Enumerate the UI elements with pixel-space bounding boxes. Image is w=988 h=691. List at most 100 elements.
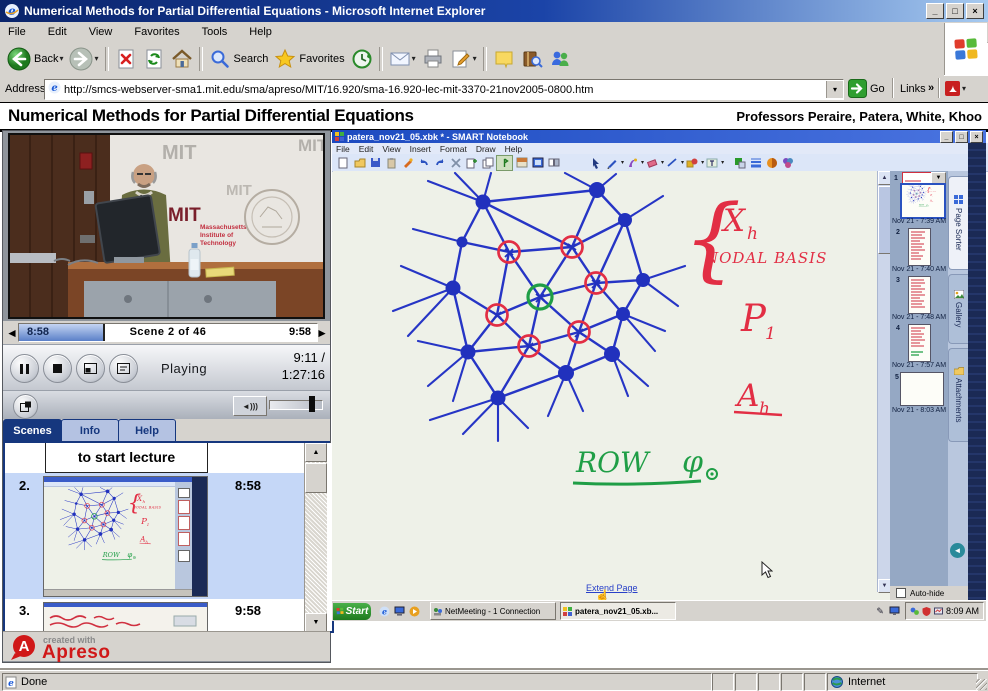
tray-msn-icon[interactable]	[910, 607, 919, 616]
maximize-button[interactable]: □	[946, 3, 964, 19]
nb-screen-shade-button[interactable]	[514, 156, 529, 170]
nb-line-tool[interactable]	[664, 156, 679, 170]
notebook-minimize-button[interactable]: _	[940, 131, 953, 143]
edit-dropdown-icon[interactable]: ▾	[473, 54, 477, 63]
lecture-video[interactable]: MIT MIT MIT MIT Massachusetts Institute …	[8, 133, 325, 319]
caption-button[interactable]	[109, 354, 138, 383]
acrobat-button[interactable]: ▾	[944, 80, 966, 97]
menu-edit[interactable]: Edit	[48, 26, 67, 38]
search-button[interactable]: Search	[206, 45, 272, 73]
tab-info[interactable]: Info	[61, 419, 119, 442]
volume-handle[interactable]	[309, 396, 315, 412]
start-button[interactable]: Start	[333, 603, 371, 620]
menu-help[interactable]: Help	[249, 26, 272, 38]
nb-dual-page-button[interactable]	[546, 156, 561, 170]
tab-gallery[interactable]: Gallery	[948, 274, 968, 344]
tray-display-icon[interactable]	[889, 606, 900, 616]
apreso-brand[interactable]: Apreso	[42, 642, 110, 664]
title-bar[interactable]: e Numerical Methods for Partial Differen…	[0, 0, 988, 22]
stop-playback-button[interactable]	[43, 354, 72, 383]
mail-button[interactable]: ▾	[386, 45, 419, 73]
nb-menu-edit[interactable]: Edit	[359, 144, 374, 154]
nb-select-tool[interactable]	[588, 156, 603, 170]
notebook-title-bar[interactable]: patera_nov21_05.xbk * - SMART Notebook _…	[332, 130, 986, 143]
links-label[interactable]: Links	[900, 83, 926, 95]
tray-monitor-icon[interactable]	[934, 607, 943, 616]
sorter-thumb-1[interactable]	[900, 183, 946, 219]
tab-scenes[interactable]: Scenes	[3, 419, 62, 442]
notebook-maximize-button[interactable]: □	[955, 131, 968, 143]
acrobat-dropdown-icon[interactable]: ▾	[962, 84, 966, 93]
forward-button[interactable]: ▾	[66, 45, 101, 73]
scene3-thumbnail[interactable]	[43, 602, 208, 632]
scene-list-scrollbar[interactable]: ▲ ▼	[304, 443, 327, 631]
nb-open-button[interactable]	[352, 156, 367, 170]
quicklaunch-ie-icon[interactable]: e	[377, 604, 392, 619]
nb-capture-button[interactable]	[400, 156, 415, 170]
collapse-panel-icon[interactable]: ◄	[950, 543, 965, 558]
scene-prev-icon[interactable]: ◄	[6, 326, 18, 340]
popout-button[interactable]	[13, 394, 38, 419]
scene-track[interactable]: 8:58 Scene 2 of 46 9:58	[18, 323, 318, 342]
quicklaunch-media-icon[interactable]	[407, 604, 422, 619]
nb-undo-button[interactable]	[416, 156, 431, 170]
messenger-button[interactable]	[546, 45, 574, 73]
nb-delete-button[interactable]	[448, 156, 463, 170]
mail-dropdown-icon[interactable]: ▾	[412, 54, 416, 63]
scroll-up-icon[interactable]: ▲	[305, 443, 327, 462]
back-button[interactable]: Back ▾	[4, 45, 66, 73]
go-button[interactable]: Go	[848, 79, 885, 98]
nb-line-width-button[interactable]	[748, 156, 763, 170]
scene-next-icon[interactable]: ►	[316, 326, 328, 340]
minimize-button[interactable]: _	[926, 3, 944, 19]
whiteboard-canvas[interactable]: Extend Page ☝	[333, 171, 877, 592]
discuss-button[interactable]	[490, 45, 518, 73]
resize-grip[interactable]	[976, 679, 987, 690]
nb-insert-page-button[interactable]	[464, 156, 479, 170]
sorter-thumb-2[interactable]	[908, 228, 931, 266]
nb-eraser-tool[interactable]	[644, 156, 659, 170]
nb-properties-button[interactable]	[780, 156, 795, 170]
nb-green-flag-button[interactable]	[496, 155, 513, 171]
pause-button[interactable]	[10, 354, 39, 383]
nb-new-button[interactable]	[336, 156, 351, 170]
forward-dropdown-icon[interactable]: ▾	[94, 54, 98, 63]
nb-shape-tool[interactable]	[684, 156, 699, 170]
nb-menu-draw[interactable]: Draw	[476, 144, 496, 154]
back-dropdown-icon[interactable]: ▾	[59, 54, 63, 63]
canvas-scrollbar[interactable]: ▲ ▼	[877, 171, 891, 592]
favorites-button[interactable]: Favorites	[271, 45, 347, 73]
nb-text-tool[interactable]	[704, 156, 719, 170]
nb-save-button[interactable]	[368, 156, 383, 170]
nb-menu-view[interactable]: View	[382, 144, 400, 154]
nb-color-button[interactable]	[732, 156, 747, 170]
address-input[interactable]: e http://smcs-webserver-sma1.mit.edu/sma…	[44, 79, 844, 100]
close-button[interactable]: ×	[966, 3, 984, 19]
taskbar-notebook[interactable]: patera_nov21_05.xb...	[560, 602, 676, 620]
menu-tools[interactable]: Tools	[202, 26, 228, 38]
nb-redo-button[interactable]	[432, 156, 447, 170]
tab-page-sorter[interactable]: Page Sorter	[948, 176, 968, 270]
extend-page-link[interactable]: Extend Page	[586, 583, 638, 593]
home-button[interactable]	[168, 45, 196, 73]
nb-paste-button[interactable]	[384, 156, 399, 170]
tray-pen-icon[interactable]: ✎	[876, 606, 884, 617]
research-button[interactable]	[518, 45, 546, 73]
scroll-down-icon[interactable]: ▼	[305, 613, 327, 632]
menu-view[interactable]: View	[89, 26, 113, 38]
nb-menu-format[interactable]: Format	[440, 144, 467, 154]
history-button[interactable]	[348, 45, 376, 73]
edit-button[interactable]: ▾	[447, 45, 480, 73]
nb-menu-help[interactable]: Help	[505, 144, 522, 154]
scene-item-start[interactable]: Click here to start lecture	[45, 443, 208, 473]
scene2-thumbnail[interactable]	[43, 476, 208, 597]
nb-fullscreen-button[interactable]	[530, 156, 545, 170]
sorter-thumb-3[interactable]	[908, 276, 931, 314]
quicklaunch-desktop-icon[interactable]	[392, 604, 407, 619]
tab-help[interactable]: Help	[118, 419, 176, 442]
nb-creative-pen-tool[interactable]	[624, 156, 639, 170]
notebook-close-button[interactable]: ×	[970, 131, 983, 143]
tab-attachments[interactable]: Attachments	[948, 348, 968, 442]
nb-transparency-button[interactable]	[764, 156, 779, 170]
tray-shield-icon[interactable]	[922, 607, 931, 616]
